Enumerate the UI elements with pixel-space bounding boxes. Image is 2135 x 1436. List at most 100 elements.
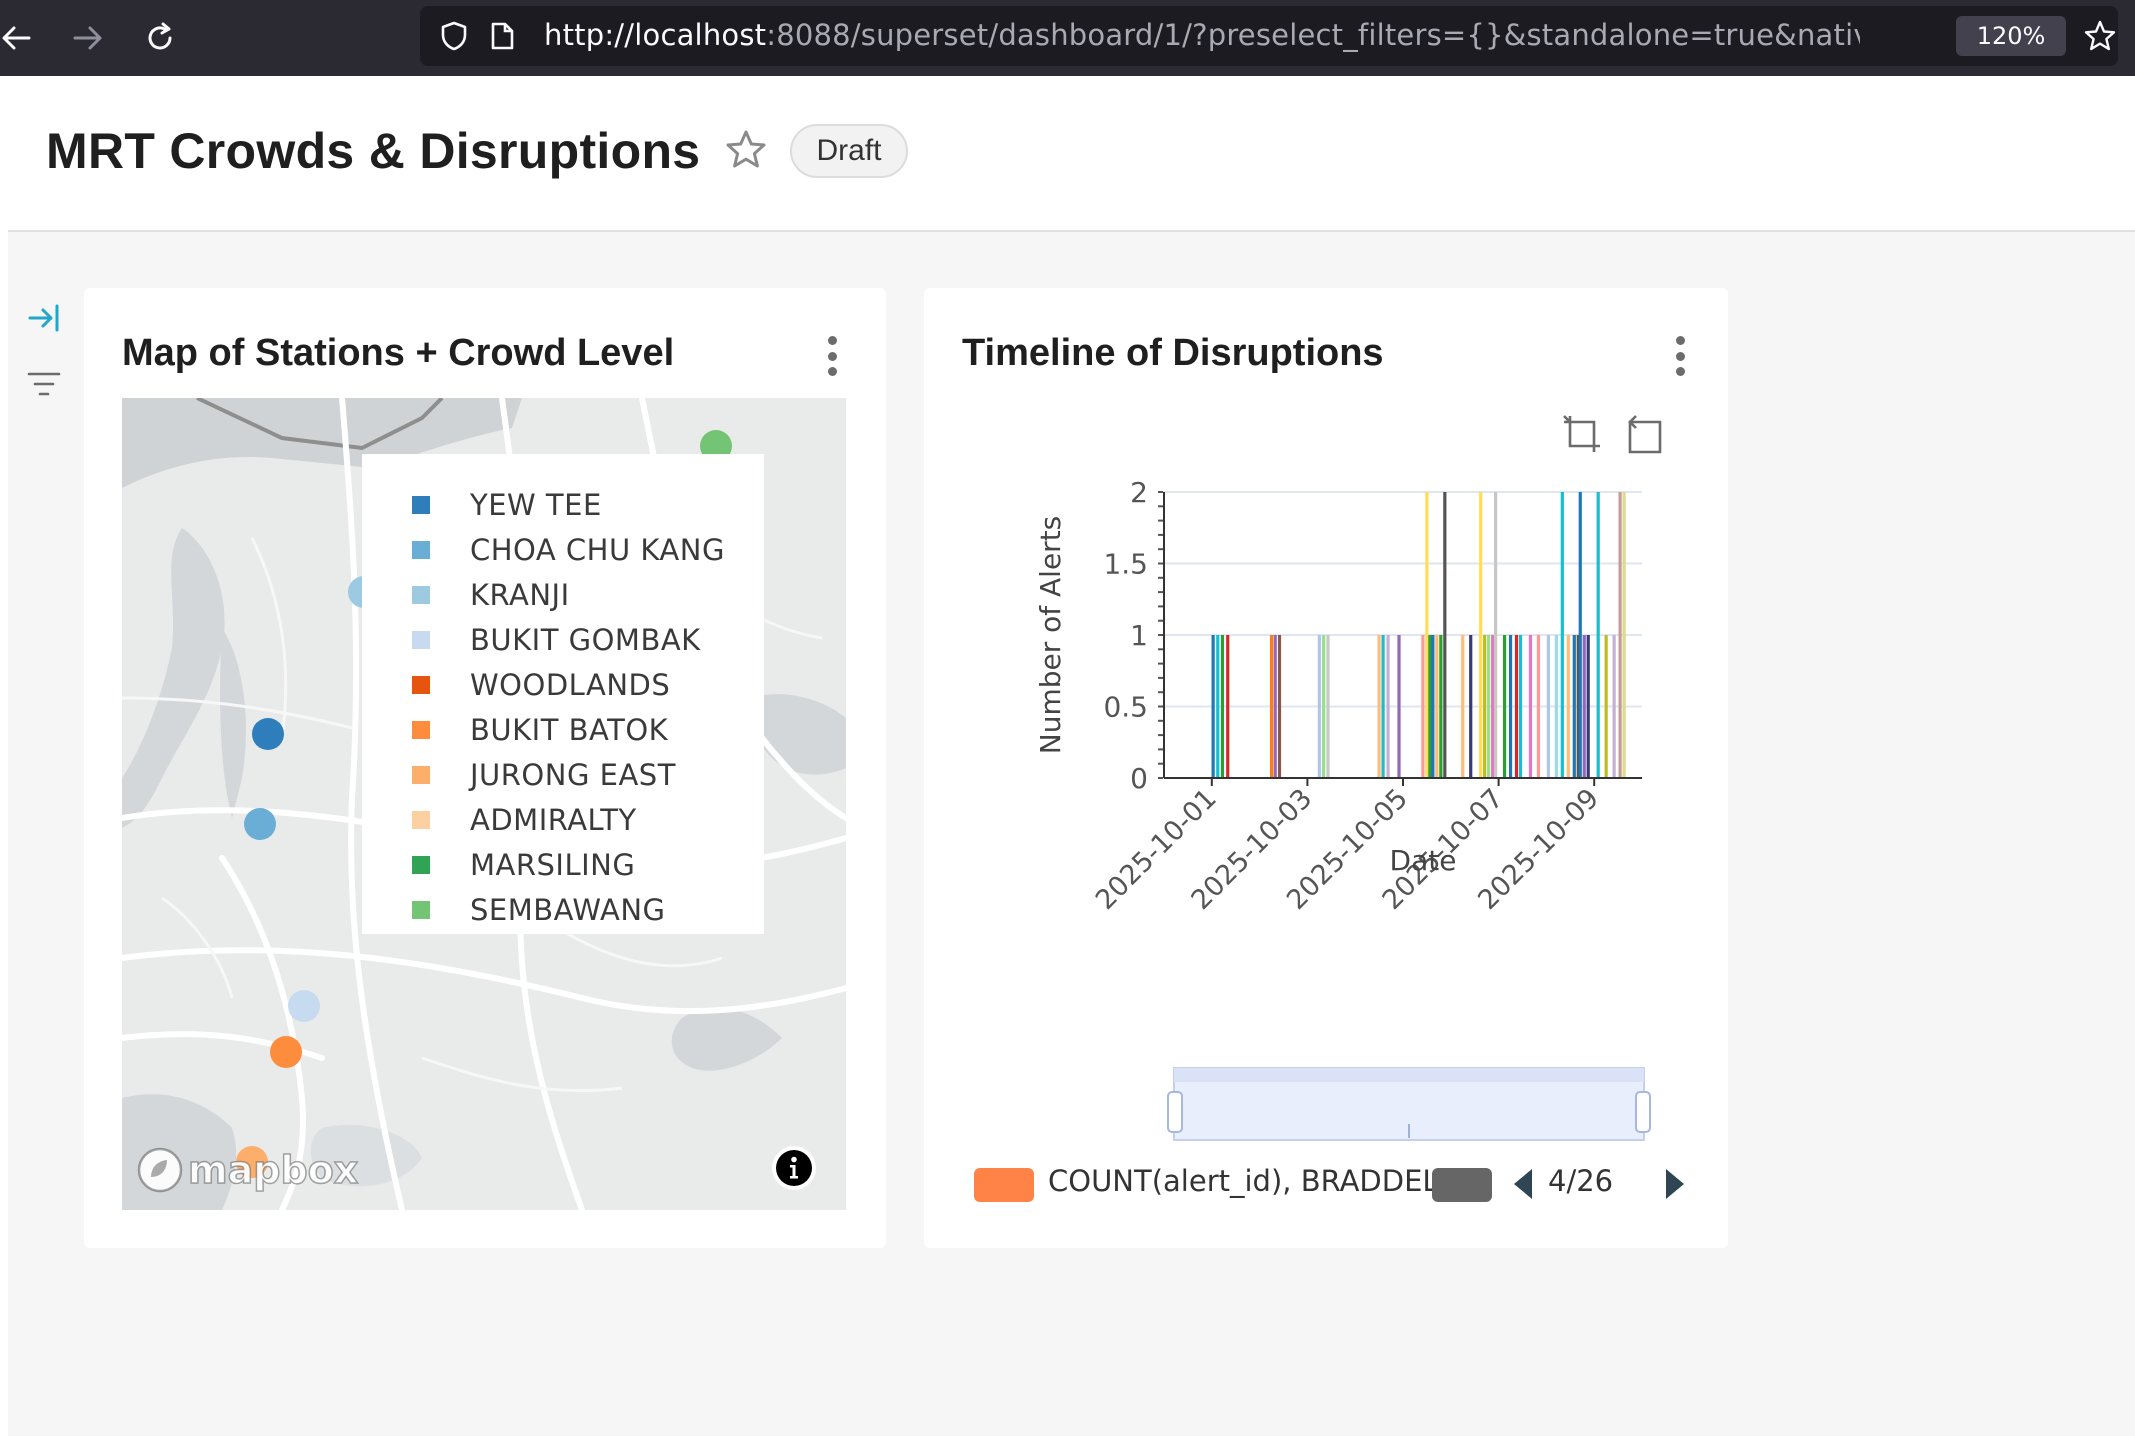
legend-label: JURONG EAST: [470, 758, 676, 792]
timeline-bar[interactable]: [1483, 635, 1487, 778]
back-arrow-icon[interactable]: [0, 14, 40, 62]
url-text[interactable]: http://localhost:8088/superset/dashboard…: [544, 18, 1860, 56]
y-tick-label: 0.5: [1103, 691, 1148, 724]
timeline-bar[interactable]: [1326, 635, 1330, 778]
legend-item[interactable]: YEW TEE: [412, 485, 752, 525]
range-slider-left-handle[interactable]: [1167, 1091, 1183, 1133]
range-slider[interactable]: [1167, 1067, 1651, 1141]
mapbox-wordmark: mapbox: [187, 1147, 359, 1193]
station-dot-yew-tee[interactable]: [252, 718, 284, 750]
page-icon[interactable]: [482, 16, 522, 56]
timeline-bar[interactable]: [1536, 635, 1541, 778]
forward-arrow-icon[interactable]: [64, 14, 112, 62]
shield-icon[interactable]: [434, 16, 474, 56]
timeline-bar[interactable]: [1566, 635, 1570, 778]
map-card-menu-icon[interactable]: [820, 332, 844, 380]
timeline-bar[interactable]: [1596, 492, 1600, 778]
timeline-bar[interactable]: [1377, 635, 1381, 778]
bookmark-star-icon[interactable]: [2080, 16, 2120, 56]
legend-item[interactable]: SEMBAWANG: [412, 890, 752, 930]
timeline-bar[interactable]: [1612, 635, 1616, 778]
timeline-bar[interactable]: [1431, 635, 1435, 778]
legend-label: MARSILING: [470, 848, 636, 882]
timeline-bar[interactable]: [1554, 635, 1558, 778]
timeline-bar[interactable]: [1618, 492, 1622, 778]
legend-label-braddell[interactable]: COUNT(alert_id), BRADDELL: [1048, 1164, 1455, 1198]
legend-swatch: [412, 631, 430, 649]
station-map[interactable]: YEW TEE CHOA CHU KANG KRANJI BUKIT GOMBA…: [122, 398, 846, 1210]
map-chart-card: Map of Stations + Crowd Level YEW TEE CH…: [84, 288, 886, 1248]
legend-next-arrow-icon[interactable]: [1662, 1166, 1688, 1202]
station-dot-bukit-gombak[interactable]: [288, 990, 320, 1022]
timeline-bar[interactable]: [1622, 492, 1626, 778]
timeline-bar[interactable]: [1491, 635, 1495, 778]
y-tick-label: 0: [1130, 762, 1148, 795]
timeline-bar[interactable]: [1443, 492, 1447, 778]
timeline-bar[interactable]: [1518, 635, 1523, 778]
legend-item[interactable]: CHOA CHU KANG: [412, 530, 752, 570]
range-slider-right-handle[interactable]: [1635, 1091, 1651, 1133]
map-info-icon[interactable]: [772, 1146, 816, 1190]
url-host: http://localhost: [544, 18, 767, 52]
timeline-bar[interactable]: [1269, 635, 1274, 778]
timeline-bar[interactable]: [1435, 635, 1439, 778]
timeline-bar[interactable]: [1317, 635, 1321, 778]
timeline-bar[interactable]: [1216, 635, 1220, 778]
timeline-bar[interactable]: [1487, 635, 1491, 778]
dashboard-title[interactable]: MRT Crowds & Disruptions: [46, 122, 700, 180]
timeline-bar[interactable]: [1560, 492, 1564, 778]
legend-prev-arrow-icon[interactable]: [1510, 1166, 1536, 1202]
draft-status-badge[interactable]: Draft: [790, 124, 908, 178]
filter-icon[interactable]: [26, 366, 62, 402]
timeline-legend: COUNT(alert_id), BRADDELL 4/26: [974, 1160, 1694, 1204]
timeline-bar[interactable]: [1425, 492, 1429, 778]
timeline-bar[interactable]: [1494, 492, 1498, 778]
timeline-bar[interactable]: [1428, 635, 1432, 778]
timeline-bar[interactable]: [1469, 635, 1473, 778]
timeline-bar[interactable]: [1421, 635, 1425, 778]
timeline-bar[interactable]: [1386, 635, 1390, 778]
legend-item[interactable]: BUKIT BATOK: [412, 710, 752, 750]
timeline-chart[interactable]: Number of Alerts 0 0.5 1 1.5 2 2025-10-01202…: [924, 288, 1728, 1248]
timeline-bar[interactable]: [1461, 635, 1465, 778]
legend-swatch-braddell[interactable]: [974, 1168, 1034, 1202]
timeline-bar[interactable]: [1226, 635, 1230, 778]
timeline-bar[interactable]: [1578, 492, 1582, 778]
legend-item[interactable]: BUKIT GOMBAK: [412, 620, 752, 660]
timeline-bar[interactable]: [1322, 635, 1326, 778]
timeline-bar[interactable]: [1273, 635, 1277, 778]
range-slider-handle-bar[interactable]: [1174, 1068, 1644, 1082]
map-legend: YEW TEE CHOA CHU KANG KRANJI BUKIT GOMBA…: [362, 454, 764, 934]
legend-item[interactable]: WOODLANDS: [412, 665, 752, 705]
timeline-bar[interactable]: [1586, 635, 1590, 778]
legend-item[interactable]: MARSILING: [412, 845, 752, 885]
legend-item[interactable]: KRANJI: [412, 575, 752, 615]
mapbox-logo[interactable]: mapbox: [136, 1144, 359, 1196]
address-bar[interactable]: http://localhost:8088/superset/dashboard…: [420, 6, 2118, 66]
timeline-bar[interactable]: [1397, 635, 1401, 778]
timeline-bar[interactable]: [1528, 635, 1533, 778]
timeline-bar[interactable]: [1381, 635, 1385, 778]
legend-item[interactable]: JURONG EAST: [412, 755, 752, 795]
expand-filters-icon[interactable]: [26, 300, 62, 336]
reload-icon[interactable]: [136, 14, 184, 62]
legend-item[interactable]: ADMIRALTY: [412, 800, 752, 840]
timeline-bar[interactable]: [1572, 635, 1576, 778]
timeline-bar[interactable]: [1514, 635, 1519, 778]
zoom-level-badge[interactable]: 120%: [1956, 16, 2066, 56]
timeline-bar[interactable]: [1439, 635, 1443, 778]
legend-swatch: [412, 721, 430, 739]
timeline-bar[interactable]: [1604, 635, 1608, 778]
timeline-bar[interactable]: [1211, 635, 1215, 778]
timeline-bar[interactable]: [1546, 635, 1550, 778]
timeline-bar[interactable]: [1479, 492, 1483, 778]
timeline-bar[interactable]: [1277, 635, 1282, 778]
station-dot-bukit-batok[interactable]: [270, 1036, 302, 1068]
station-dot-choa-chu-kang[interactable]: [244, 808, 276, 840]
favorite-star-icon[interactable]: [722, 126, 770, 174]
timeline-bar[interactable]: [1508, 635, 1513, 778]
timeline-bar[interactable]: [1220, 635, 1225, 778]
legend-swatch-next[interactable]: [1432, 1168, 1492, 1202]
timeline-bar[interactable]: [1502, 635, 1507, 778]
timeline-bar[interactable]: [1582, 635, 1586, 778]
